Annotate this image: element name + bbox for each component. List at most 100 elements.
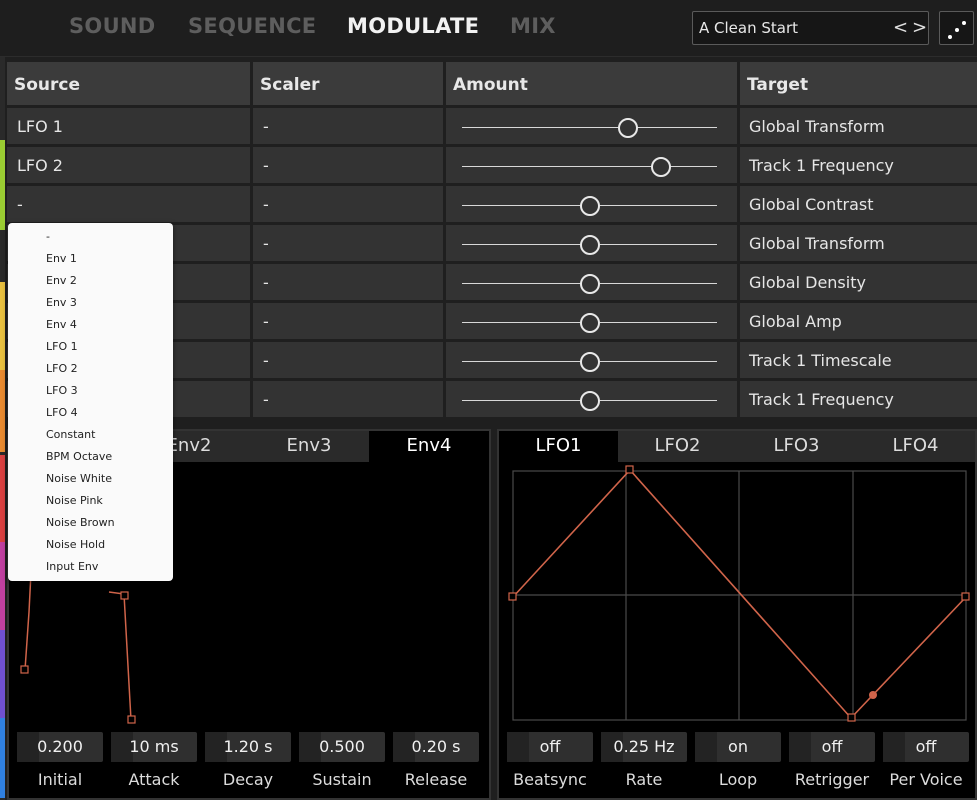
env-release-value[interactable]: 0.20 s — [393, 732, 479, 762]
lfo-rate-value[interactable]: 0.25 Hz — [601, 732, 687, 762]
lfo-rate-label: Rate — [625, 770, 663, 789]
scaler-cell[interactable]: - — [253, 186, 443, 222]
scaler-cell[interactable]: - — [253, 108, 443, 144]
envelope-node-initial[interactable] — [20, 665, 29, 674]
scaler-cell[interactable]: - — [253, 264, 443, 300]
slider-knob[interactable] — [579, 391, 600, 411]
header-source: Source — [7, 62, 250, 105]
tab-mix[interactable]: MIX — [510, 14, 556, 38]
target-cell[interactable]: Track 1 Timescale — [740, 342, 977, 378]
menu-item[interactable]: LFO 3 — [46, 384, 78, 397]
tab-lfo3[interactable]: LFO3 — [737, 431, 856, 462]
scaler-cell[interactable]: - — [253, 303, 443, 339]
menu-item[interactable]: Env 1 — [46, 252, 77, 265]
target-cell[interactable]: Global Amp — [740, 303, 977, 339]
preset-selector[interactable]: A Clean Start < > — [692, 11, 929, 45]
amount-slider[interactable] — [446, 381, 737, 417]
tab-lfo1[interactable]: LFO1 — [499, 431, 618, 462]
env-sustain-value[interactable]: 0.500 — [299, 732, 385, 762]
lfo-playhead — [869, 691, 877, 699]
slider-knob[interactable] — [650, 157, 671, 177]
lfo-node-start[interactable] — [508, 592, 517, 601]
param-value-text: off — [821, 737, 843, 756]
menu-item[interactable]: LFO 4 — [46, 406, 78, 419]
track-color-strip — [0, 57, 5, 800]
menu-item[interactable]: LFO 2 — [46, 362, 78, 375]
scaler-cell[interactable]: - — [253, 381, 443, 417]
source-dropdown-menu: - Env 1 Env 2 Env 3 Env 4 LFO 1 LFO 2 LFO 3 LFO … — [8, 223, 173, 581]
menu-item[interactable]: Constant — [46, 428, 95, 441]
lfo-loop-value[interactable]: on — [695, 732, 781, 762]
envelope-node-sustain[interactable] — [120, 591, 129, 600]
envelope-node-release[interactable] — [127, 715, 136, 724]
scaler-cell[interactable]: - — [253, 147, 443, 183]
source-cell[interactable]: LFO 1 — [7, 108, 250, 144]
slider-knob[interactable] — [579, 196, 600, 216]
tab-lfo2[interactable]: LFO2 — [618, 431, 737, 462]
track-color-segment — [0, 455, 5, 543]
menu-item[interactable]: Noise Hold — [46, 538, 105, 551]
menu-item[interactable]: Env 3 — [46, 296, 77, 309]
slider-knob[interactable] — [579, 352, 600, 372]
menu-item[interactable]: BPM Octave — [46, 450, 112, 463]
tab-env4[interactable]: Env4 — [369, 431, 489, 462]
amount-slider[interactable] — [446, 303, 737, 339]
amount-slider[interactable] — [446, 147, 737, 183]
slider-knob[interactable] — [579, 313, 600, 333]
header-scaler: Scaler — [253, 62, 443, 105]
header-target: Target — [740, 62, 977, 105]
tab-sequence[interactable]: SEQUENCE — [188, 14, 316, 38]
menu-item[interactable]: LFO 1 — [46, 340, 78, 353]
lfo-node-peak[interactable] — [625, 465, 634, 474]
menu-item[interactable]: Noise Pink — [46, 494, 103, 507]
menu-item[interactable]: - — [46, 230, 50, 243]
menu-item[interactable]: Noise Brown — [46, 516, 115, 529]
header-amount: Amount — [446, 62, 737, 105]
menu-item[interactable]: Noise White — [46, 472, 112, 485]
target-cell[interactable]: Global Transform — [740, 108, 977, 144]
tab-env3[interactable]: Env3 — [249, 431, 369, 462]
menu-item[interactable]: Env 4 — [46, 318, 77, 331]
lfo-beatsync-value[interactable]: off — [507, 732, 593, 762]
prev-preset-button[interactable]: < — [893, 17, 908, 38]
param-value-text: 0.25 Hz — [613, 737, 675, 756]
source-cell[interactable]: - — [7, 186, 250, 222]
amount-slider[interactable] — [446, 342, 737, 378]
env-initial-value[interactable]: 0.200 — [17, 732, 103, 762]
track-color-segment — [0, 542, 5, 630]
slider-knob[interactable] — [617, 118, 638, 138]
target-cell[interactable]: Global Density — [740, 264, 977, 300]
target-cell[interactable]: Track 1 Frequency — [740, 381, 977, 417]
lfo-node-end[interactable] — [961, 592, 970, 601]
lfo-per-voice-value[interactable]: off — [883, 732, 969, 762]
scaler-cell[interactable]: - — [253, 225, 443, 261]
target-cell[interactable]: Track 1 Frequency — [740, 147, 977, 183]
randomize-button[interactable] — [939, 11, 974, 45]
amount-slider[interactable] — [446, 225, 737, 261]
amount-slider[interactable] — [446, 186, 737, 222]
lfo-graph[interactable] — [499, 462, 975, 727]
tab-lfo4[interactable]: LFO4 — [856, 431, 975, 462]
tab-modulate[interactable]: MODULATE — [347, 14, 479, 38]
next-preset-button[interactable]: > — [912, 17, 927, 38]
env-decay-value[interactable]: 1.20 s — [205, 732, 291, 762]
amount-slider[interactable] — [446, 264, 737, 300]
amount-slider[interactable] — [446, 108, 737, 144]
top-bar: SOUND SEQUENCE MODULATE MIX A Clean Star… — [0, 0, 977, 57]
source-cell[interactable]: LFO 2 — [7, 147, 250, 183]
tab-sound[interactable]: SOUND — [69, 14, 156, 38]
slider-knob[interactable] — [579, 235, 600, 255]
scaler-cell[interactable]: - — [253, 342, 443, 378]
target-cell[interactable]: Global Transform — [740, 225, 977, 261]
menu-item[interactable]: Input Env — [46, 560, 98, 573]
env-sustain-label: Sustain — [312, 770, 372, 789]
target-cell[interactable]: Global Contrast — [740, 186, 977, 222]
slider-knob[interactable] — [579, 274, 600, 294]
menu-item[interactable]: Env 2 — [46, 274, 77, 287]
lfo-retrigger-value[interactable]: off — [789, 732, 875, 762]
env-attack-value[interactable]: 10 ms — [111, 732, 197, 762]
param-value-text: 10 ms — [129, 737, 179, 756]
lfo-tabs: LFO1 LFO2 LFO3 LFO4 — [499, 431, 975, 462]
lfo-node-trough[interactable] — [847, 713, 856, 722]
param-value-text: off — [915, 737, 937, 756]
